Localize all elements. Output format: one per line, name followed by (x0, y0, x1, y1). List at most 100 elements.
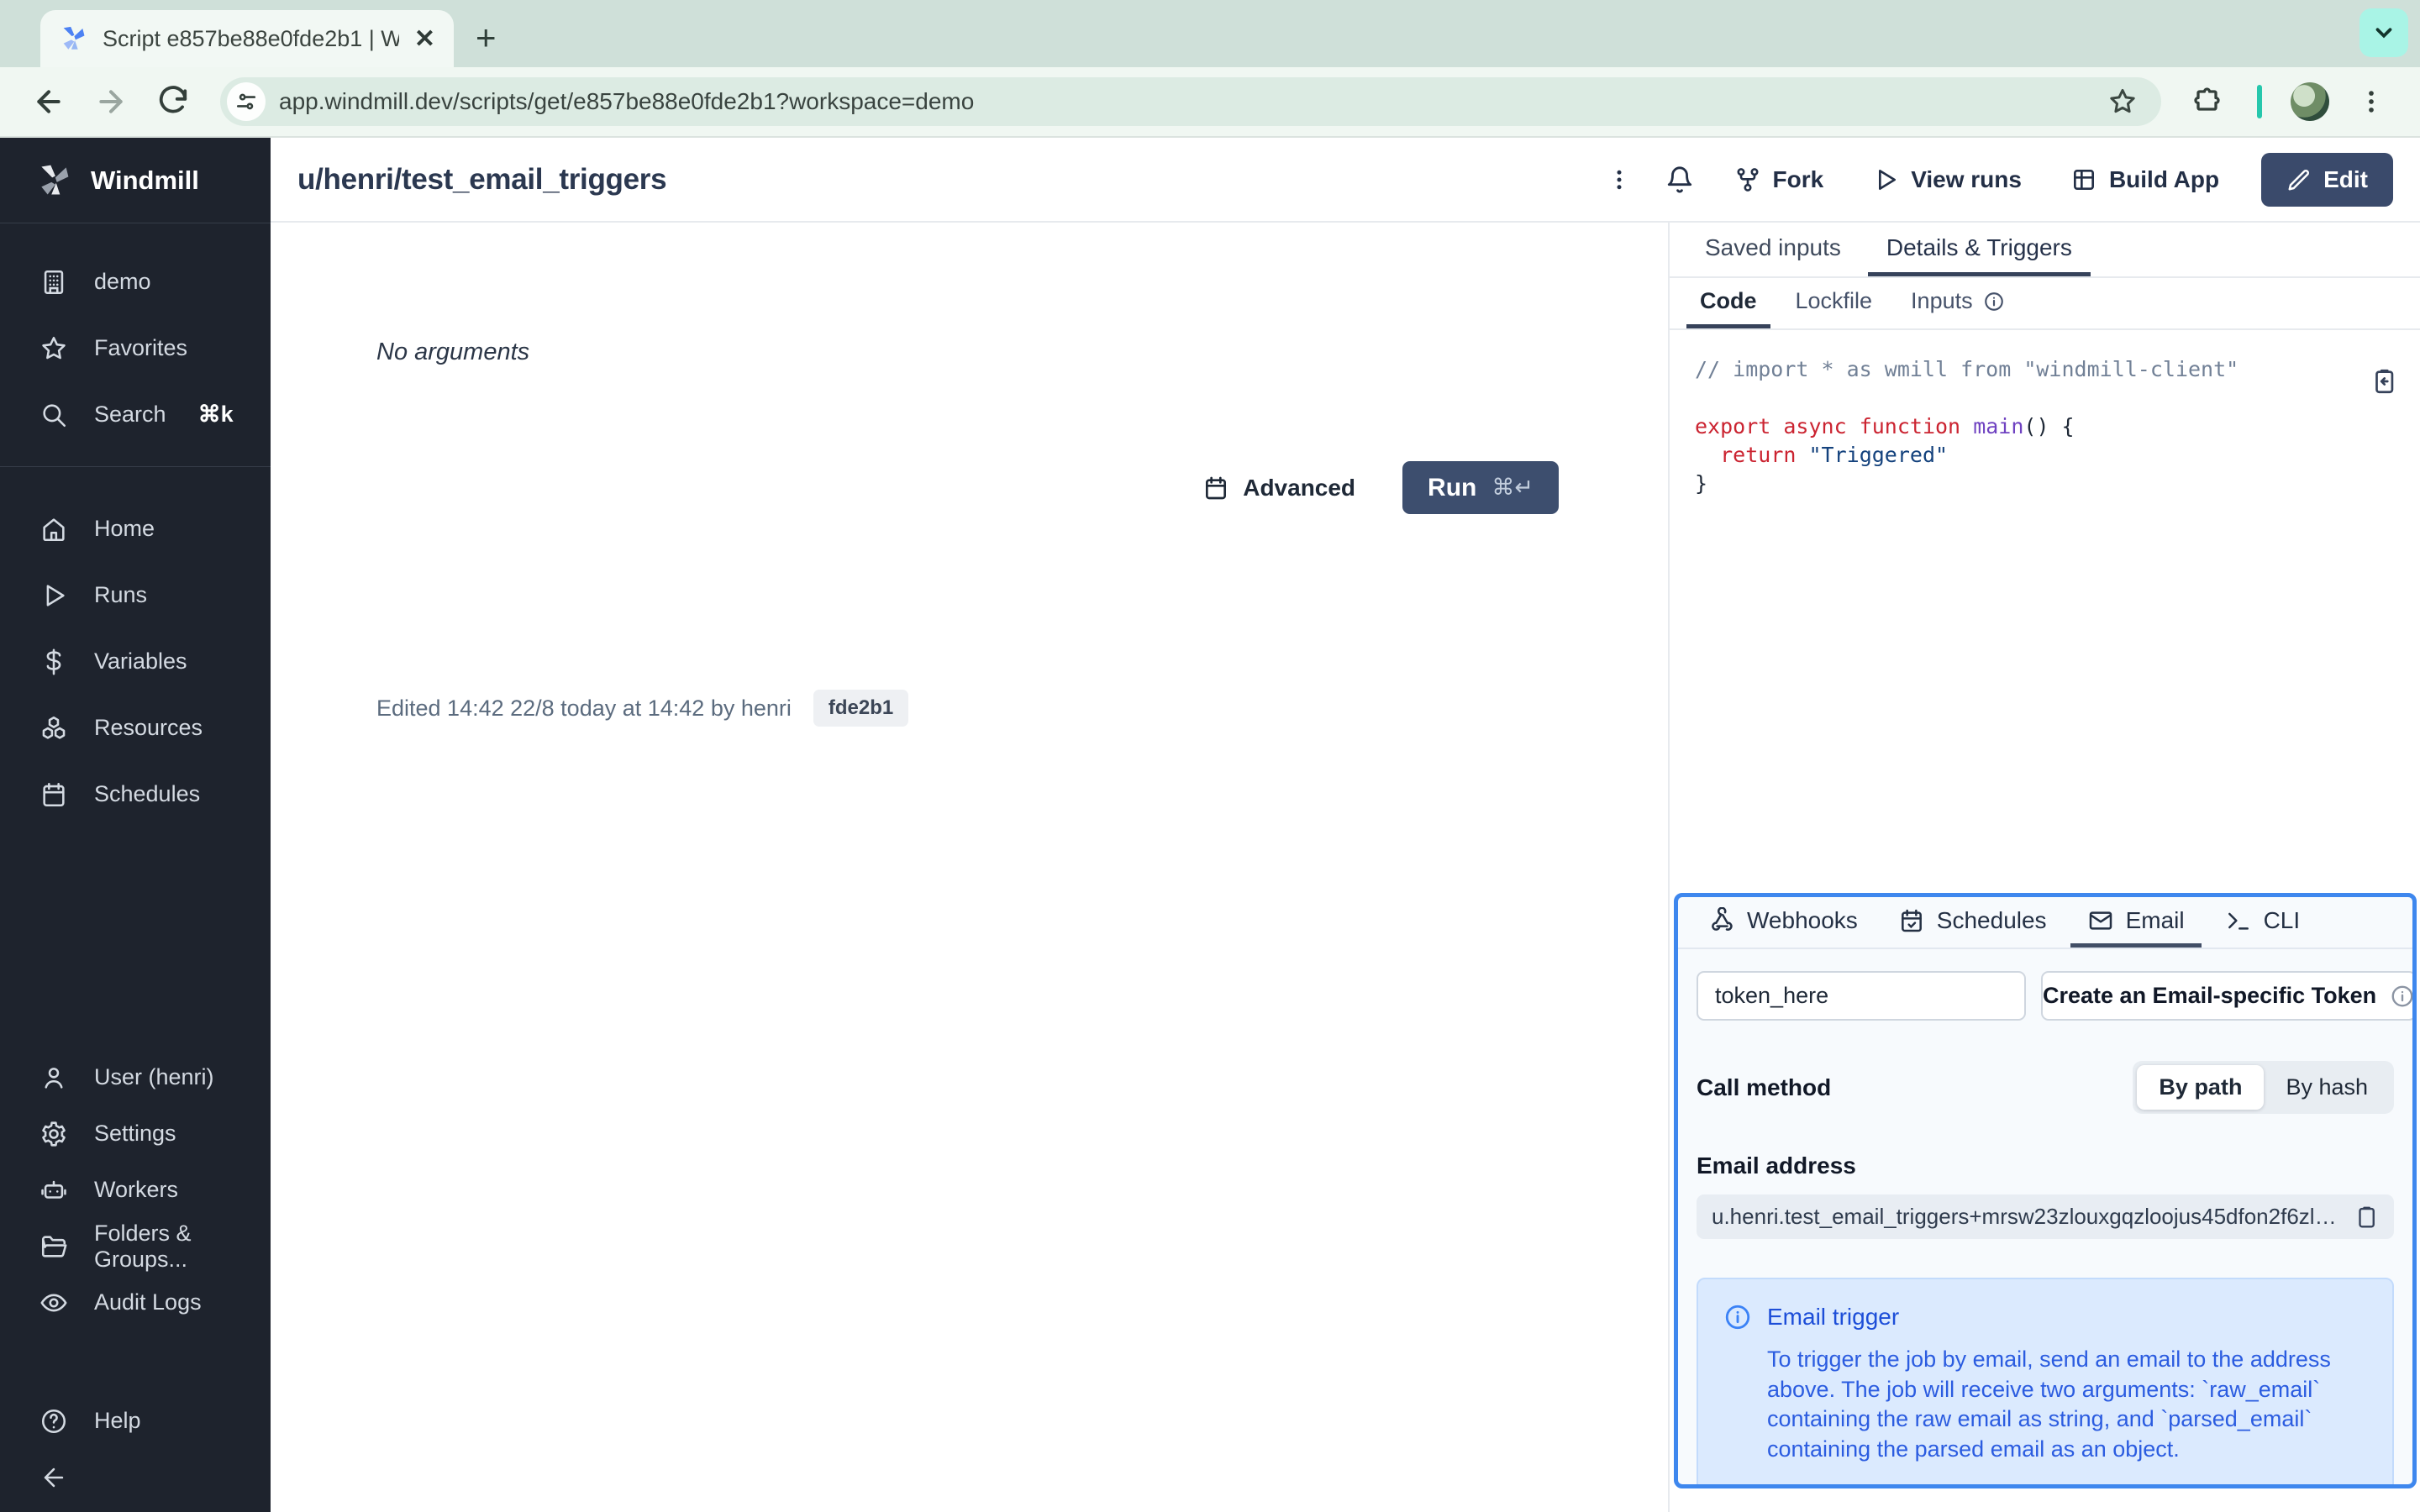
url-bar[interactable]: app.windmill.dev/scripts/get/e857be88e0f… (220, 77, 2161, 126)
view-runs-label: View runs (1911, 165, 2022, 192)
edit-label: Edit (2323, 165, 2368, 192)
sidebar-item-workers[interactable]: Workers (0, 1162, 271, 1218)
layout-grid-icon (2070, 166, 2097, 193)
sidebar-item-user[interactable]: User (henri) (0, 1049, 271, 1105)
trigger-tab-email-label: Email (2125, 906, 2185, 933)
sidebar-item-help[interactable]: Help (0, 1393, 271, 1449)
advanced-label: Advanced (1243, 474, 1356, 501)
collapse-sidebar-button[interactable] (0, 1449, 271, 1505)
call-method-toggle: By path By hash (2133, 1061, 2394, 1114)
bookmark-star-icon[interactable] (2107, 87, 2138, 117)
browser-tab[interactable]: Script e857be88e0fde2b1 | W ✕ (40, 10, 454, 67)
info-circle-icon (1983, 291, 2005, 312)
brand[interactable]: Windmill (0, 138, 271, 223)
by-path-option[interactable]: By path (2137, 1065, 2265, 1110)
toolbar-separator (2257, 85, 2262, 118)
create-email-token-label: Create an Email-specific Token (2043, 983, 2377, 1008)
site-settings-icon[interactable] (227, 82, 266, 121)
subtab-code-label: Code (1700, 288, 1757, 313)
sidebar-item-label: Variables (94, 648, 187, 674)
sidebar-item-schedules[interactable]: Schedules (0, 761, 271, 827)
tab-saved-inputs[interactable]: Saved inputs (1686, 223, 1860, 276)
sidebar-item-folders-groups[interactable]: Folders & Groups... (0, 1218, 271, 1274)
notifications-bell-button[interactable] (1655, 155, 1704, 204)
more-options-button[interactable] (1595, 155, 1644, 204)
app-header: u/henri/test_email_triggers Fork View ru… (271, 138, 2420, 223)
profile-avatar[interactable] (2291, 82, 2329, 121)
sidebar-item-settings[interactable]: Settings (0, 1105, 271, 1162)
calendar-icon (1202, 475, 1229, 501)
back-button[interactable] (22, 75, 76, 129)
create-email-token-button[interactable]: Create an Email-specific Token (2041, 971, 2412, 1021)
sidebar-item-label: Folders & Groups... (94, 1220, 192, 1272)
forward-button[interactable] (84, 75, 138, 129)
version-badge[interactable]: fde2b1 (813, 690, 909, 727)
trigger-tab-email[interactable]: Email (2070, 897, 2202, 948)
fork-button[interactable]: Fork (1716, 155, 1843, 205)
play-icon (39, 581, 69, 610)
trigger-tab-webhooks[interactable]: Webhooks (1691, 897, 1875, 948)
trigger-tab-schedules[interactable]: Schedules (1881, 897, 2064, 948)
clipboard-icon[interactable] (2354, 1205, 2379, 1230)
tab-close-icon[interactable]: ✕ (414, 24, 435, 54)
star-icon (39, 334, 69, 363)
sidebar-item-resources[interactable]: Resources (0, 695, 271, 761)
sidebar-item-runs[interactable]: Runs (0, 562, 271, 628)
reload-button[interactable] (146, 75, 200, 129)
tab-search-button[interactable] (2360, 8, 2408, 57)
browser-tab-strip: Script e857be88e0fde2b1 | W ✕ + (0, 0, 2420, 67)
details-panel: Saved inputs Details & Triggers Code Loc… (1668, 223, 2420, 1512)
by-hash-option[interactable]: By hash (2264, 1065, 2390, 1110)
advanced-button[interactable]: Advanced (1202, 475, 1355, 501)
sidebar-item-favorites[interactable]: Favorites (0, 315, 271, 381)
trigger-tab-webhooks-label: Webhooks (1747, 906, 1858, 933)
code-block[interactable]: // import * as wmill from "windmill-clie… (1695, 355, 2395, 498)
gear-icon (39, 1120, 69, 1148)
token-input[interactable] (1697, 971, 2026, 1021)
no-arguments-text: No arguments (376, 339, 530, 365)
subtab-code[interactable]: Code (1686, 278, 1770, 328)
email-trigger-info-box: Email trigger To trigger the job by emai… (1697, 1278, 2394, 1484)
subtab-inputs[interactable]: Inputs (1897, 278, 2018, 328)
home-icon (39, 515, 69, 543)
pencil-icon (2286, 167, 2312, 192)
help-circle-icon (39, 1407, 69, 1436)
sidebar-item-home[interactable]: Home (0, 496, 271, 562)
search-icon (39, 401, 69, 429)
sidebar-item-audit-logs[interactable]: Audit Logs (0, 1274, 271, 1331)
robot-icon (39, 1176, 69, 1205)
sidebar-item-variables[interactable]: Variables (0, 628, 271, 695)
tab-details-triggers[interactable]: Details & Triggers (1867, 223, 2091, 276)
copy-code-icon[interactable] (2370, 367, 2398, 396)
email-address-field[interactable]: u.henri.test_email_triggers+mrsw23zlouxg… (1697, 1194, 2394, 1239)
fork-label: Fork (1772, 165, 1824, 192)
sidebar-item-label: Workers (94, 1177, 179, 1202)
build-app-button[interactable]: Build App (2052, 155, 2238, 205)
sidebar-item-search[interactable]: Search ⌘k (0, 381, 271, 448)
edited-text: Edited 14:42 22/8 today at 14:42 by henr… (376, 695, 792, 721)
eye-icon (39, 1289, 69, 1317)
extensions-icon[interactable] (2181, 75, 2235, 129)
subtab-lockfile-label: Lockfile (1795, 288, 1873, 313)
view-runs-button[interactable]: View runs (1854, 155, 2040, 205)
info-box-body: To trigger the job by email, send an ema… (1767, 1347, 2331, 1462)
sidebar-item-label: Home (94, 516, 155, 541)
sidebar: Windmill demo Favorites Search ⌘k Home R… (0, 138, 271, 1512)
new-tab-button[interactable]: + (476, 18, 497, 57)
browser-menu-icon[interactable] (2344, 75, 2398, 129)
run-button[interactable]: Run ⌘↵ (1402, 461, 1559, 514)
info-circle-icon (1723, 1303, 1752, 1331)
edit-button[interactable]: Edit (2261, 152, 2393, 207)
call-method-label: Call method (1697, 1074, 1832, 1100)
triggers-panel: Webhooks Schedules Email CLI token_here … (1674, 893, 2417, 1488)
sidebar-item-workspace[interactable]: demo (0, 249, 271, 315)
folder-open-icon (39, 1232, 69, 1261)
tab-title: Script e857be88e0fde2b1 | W (103, 25, 399, 51)
subtab-lockfile[interactable]: Lockfile (1782, 278, 1886, 328)
main-content: No arguments Advanced Run ⌘↵ Edited 14:4… (271, 223, 1668, 1512)
calendar-check-icon (1898, 907, 1925, 934)
trigger-tab-cli[interactable]: CLI (2208, 897, 2317, 948)
trigger-tab-cli-label: CLI (2263, 906, 2301, 933)
info-box-title: Email trigger (1767, 1304, 1900, 1330)
mail-icon (2087, 907, 2114, 934)
